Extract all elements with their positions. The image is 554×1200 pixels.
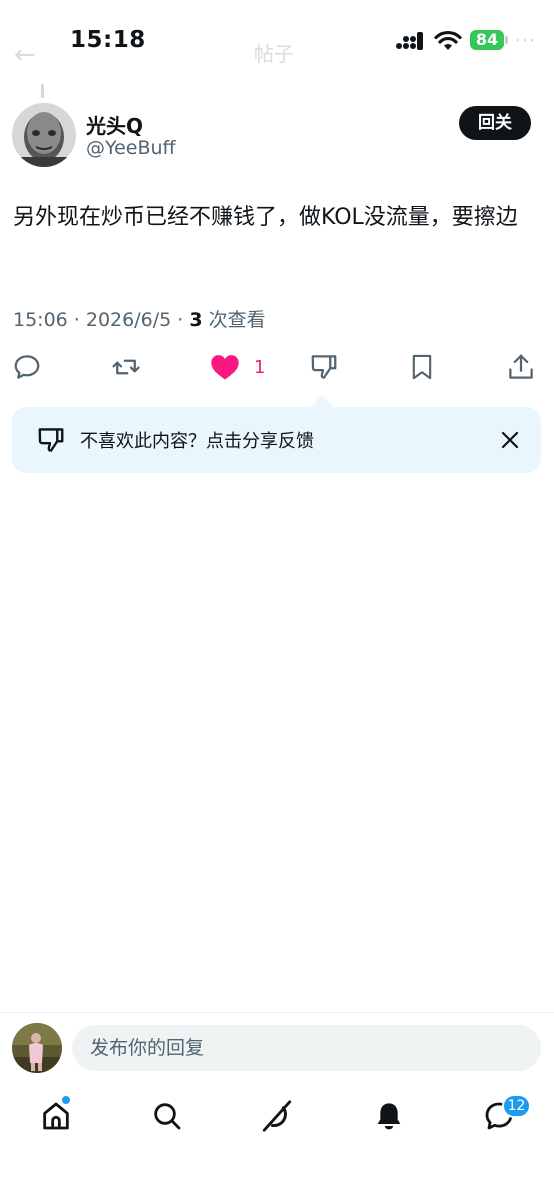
battery-level: 84	[475, 30, 499, 49]
tweet-timestamp: 15:06 · 2026/6/5 ·	[13, 309, 190, 331]
more-icon[interactable]: ⋯	[514, 28, 536, 53]
reply-icon	[14, 355, 40, 379]
tab-notifications[interactable]	[371, 1098, 407, 1134]
like-count: 1	[254, 356, 266, 378]
bell-icon	[377, 1103, 401, 1130]
reply-button[interactable]	[12, 352, 42, 382]
share-button[interactable]	[506, 352, 536, 382]
home-unread-dot	[61, 1095, 71, 1105]
heart-icon	[211, 355, 239, 380]
view-count: 3	[189, 309, 203, 331]
tab-grok[interactable]	[259, 1098, 295, 1134]
feedback-prompt-link[interactable]: 不喜欢此内容？点击分享反馈	[80, 427, 314, 453]
views-label: 次查看	[202, 309, 266, 331]
tweet-text: 另外现在炒币已经不赚钱了，做KOL没流量，要擦边	[13, 205, 518, 230]
follow-back-button[interactable]: 回关	[459, 106, 531, 140]
tab-search[interactable]	[149, 1098, 185, 1134]
cellular-signal-icon	[396, 32, 423, 50]
share-icon	[509, 354, 533, 379]
header-title: 帖子	[254, 42, 294, 66]
author-name[interactable]: 光头Q	[86, 110, 143, 139]
back-arrow-icon[interactable]: ←	[14, 40, 36, 70]
grok-icon	[262, 1100, 292, 1132]
retweet-button[interactable]	[110, 352, 142, 382]
current-user-avatar[interactable]	[12, 1023, 62, 1073]
feedback-banner: 不喜欢此内容？点击分享反馈	[12, 407, 541, 473]
like-button[interactable]: 1	[210, 352, 265, 382]
wifi-icon	[434, 30, 462, 50]
author-avatar[interactable]	[12, 103, 76, 167]
status-bar: ← 帖子 ⋯ 15:18 84	[0, 0, 554, 84]
bookmark-icon	[412, 354, 432, 380]
retweet-icon	[112, 359, 140, 375]
thread-connector-line	[41, 84, 44, 98]
battery-tip	[505, 36, 508, 44]
dislike-button[interactable]	[309, 352, 339, 382]
close-icon[interactable]	[498, 428, 522, 452]
search-icon	[154, 1103, 181, 1130]
dislike-icon	[38, 428, 64, 452]
home-indicator	[204, 1186, 350, 1191]
reply-input[interactable]	[72, 1025, 541, 1071]
reply-divider	[0, 1012, 554, 1013]
dislike-icon	[311, 355, 337, 379]
bookmark-button[interactable]	[408, 352, 436, 382]
battery-indicator: 84	[470, 30, 504, 50]
author-handle[interactable]: @YeeBuff	[86, 137, 176, 159]
status-time: 15:18	[70, 27, 146, 53]
tweet-meta: 15:06 · 2026/6/5 · 3 次查看	[13, 305, 266, 332]
messages-badge: 12	[502, 1094, 531, 1118]
